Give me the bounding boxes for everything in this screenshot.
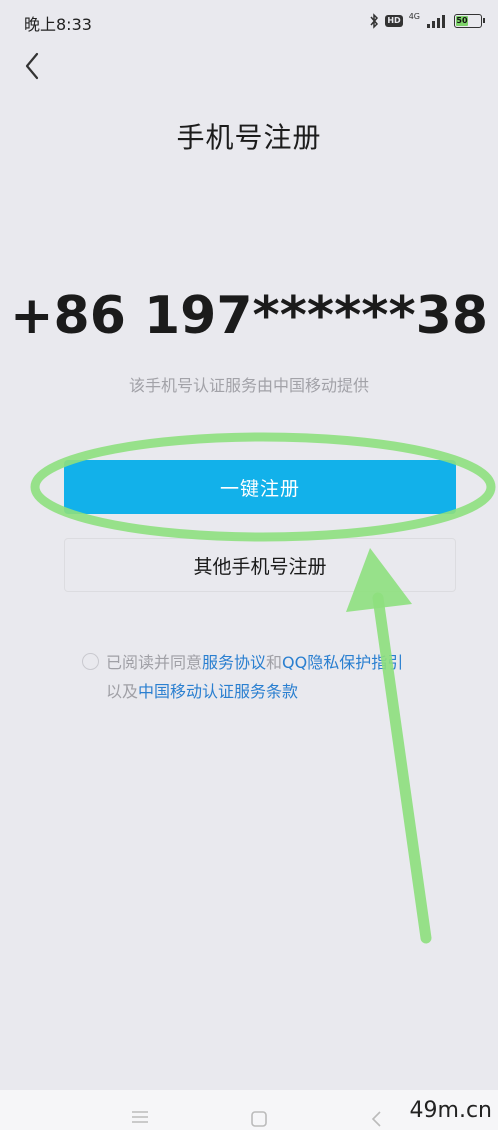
home-icon[interactable] xyxy=(250,1110,268,1128)
page-title: 手机号注册 xyxy=(176,121,322,154)
agree-checkbox[interactable] xyxy=(82,653,99,670)
battery-level: 50 xyxy=(456,16,468,26)
agreement-prefix: 已阅读并同意 xyxy=(106,653,203,672)
chevron-left-icon xyxy=(25,52,39,80)
back-nav-icon[interactable] xyxy=(370,1110,382,1128)
service-agreement-link[interactable]: 服务协议 xyxy=(202,653,266,672)
status-time: 晚上8:33 xyxy=(24,15,92,34)
phone-number: +86 197******38 xyxy=(9,286,489,346)
back-button[interactable] xyxy=(16,48,48,84)
agreement-also: 以及 xyxy=(106,682,139,701)
bluetooth-icon xyxy=(370,13,379,29)
hd-badge: HD xyxy=(385,15,403,27)
network-label: 4G xyxy=(408,11,420,21)
status-bar: 晚上8:33 HD 4G 50 xyxy=(0,0,498,44)
carrier-terms-link[interactable]: 中国移动认证服务条款 xyxy=(138,682,298,701)
one-click-register-button[interactable]: 一键注册 xyxy=(64,460,456,514)
other-phone-register-button[interactable]: 其他手机号注册 xyxy=(64,538,456,592)
battery-icon: 50 xyxy=(454,14,485,28)
agreement-line-2: 以及中国移动认证服务条款 xyxy=(82,677,462,706)
watermark: 49m.cn xyxy=(409,1098,492,1123)
agreement-line-1: 已阅读并同意服务协议和QQ隐私保护指引 xyxy=(82,653,403,672)
status-icons: HD 4G 50 xyxy=(369,10,485,32)
signal-icon xyxy=(427,15,445,28)
carrier-note: 该手机号认证服务由中国移动提供 xyxy=(128,376,369,395)
agreement-and: 和 xyxy=(266,653,283,672)
menu-icon[interactable] xyxy=(130,1110,150,1124)
privacy-guide-link[interactable]: QQ隐私保护指引 xyxy=(282,653,403,672)
agreement: 已阅读并同意服务协议和QQ隐私保护指引 以及中国移动认证服务条款 xyxy=(82,648,462,706)
